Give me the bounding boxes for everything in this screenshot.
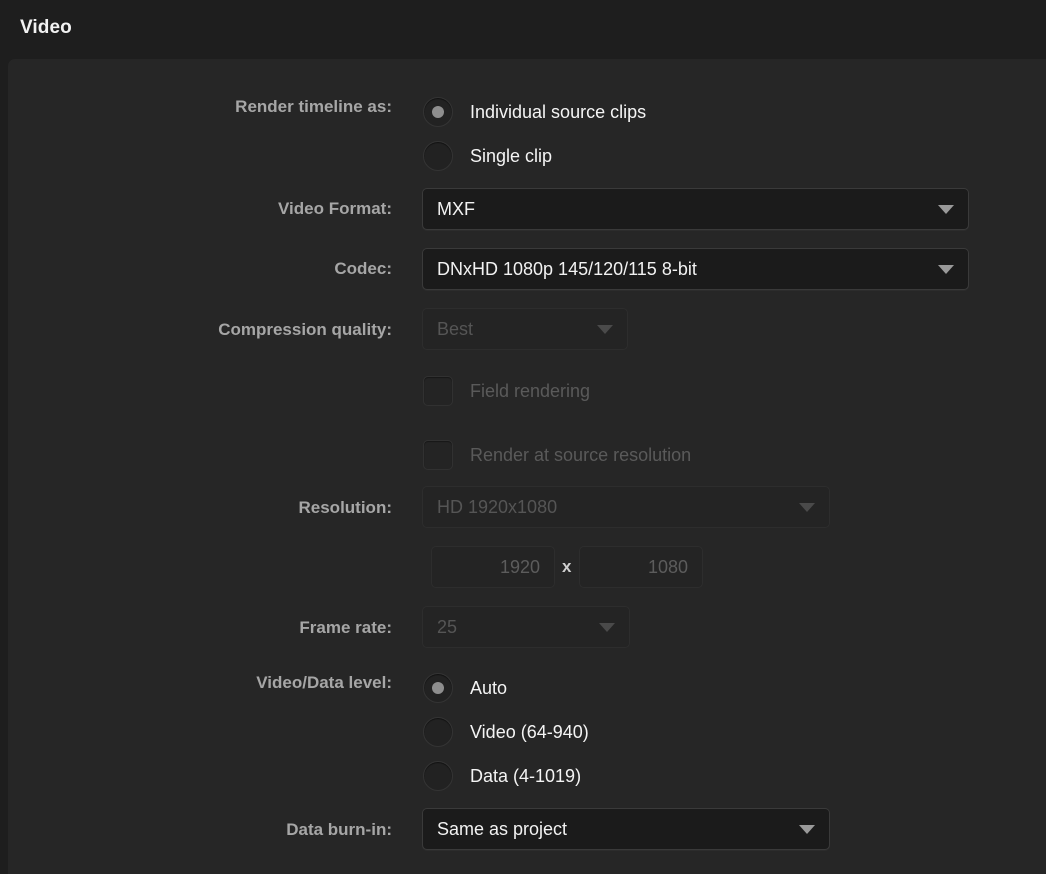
frame-rate-label: Frame rate: [299,618,392,637]
codec-value: DNxHD 1080p 145/120/115 8-bit [437,258,697,279]
compression-quality-label: Compression quality: [218,320,392,339]
radio-indicator-data-range[interactable] [423,761,453,791]
chevron-down-icon [938,265,954,274]
chevron-down-icon [599,623,615,632]
radio-single-clip[interactable]: Single clip [423,134,646,178]
frame-rate-dropdown: 25 [422,606,630,648]
field-rendering-checkbox-row: Field rendering [423,375,590,407]
resolution-value: HD 1920x1080 [437,496,558,517]
radio-data-range[interactable]: Data (4-1019) [423,754,589,798]
radio-individual-source-clips[interactable]: Individual source clips [423,90,646,134]
radio-label-video-range: Video (64-940) [470,721,589,742]
radio-indicator-video-range[interactable] [423,717,453,747]
codec-label: Codec: [334,259,392,278]
data-burn-in-dropdown[interactable]: Same as project [422,808,830,850]
render-timeline-radio-group: Individual source clips Single clip [423,90,646,178]
chevron-down-icon [799,825,815,834]
video-format-dropdown[interactable]: MXF [422,188,969,230]
panel-header: Video [0,0,1046,59]
chevron-down-icon [597,325,613,334]
render-timeline-label: Render timeline as: [235,97,392,116]
video-data-level-radio-group: Auto Video (64-940) Data (4-1019) [423,666,589,798]
resolution-height-value: 1080 [647,556,688,577]
field-rendering-label: Field rendering [470,380,591,401]
resolution-label: Resolution: [298,498,393,517]
radio-label-data-range: Data (4-1019) [470,765,582,786]
render-at-source-resolution-label: Render at source resolution [470,444,692,465]
video-settings-panel: Video Render timeline as: Individual sou… [0,0,1046,874]
radio-label-auto: Auto [470,677,508,698]
radio-auto[interactable]: Auto [423,666,589,710]
radio-label-single-clip: Single clip [470,145,553,166]
compression-quality-dropdown: Best [422,308,628,350]
data-burn-in-value: Same as project [437,818,568,839]
chevron-down-icon [799,503,815,512]
video-format-value: MXF [437,198,475,219]
video-data-level-label: Video/Data level: [256,673,392,692]
compression-quality-value: Best [437,318,474,339]
render-at-source-resolution-checkbox [423,440,453,470]
resolution-height-input: 1080 [579,546,703,588]
chevron-down-icon [938,205,954,214]
field-rendering-checkbox [423,376,453,406]
page-title: Video [20,17,72,38]
radio-indicator-individual-source-clips[interactable] [423,97,453,127]
codec-dropdown[interactable]: DNxHD 1080p 145/120/115 8-bit [422,248,969,290]
settings-body: Render timeline as: Individual source cl… [8,59,1046,874]
resolution-dropdown: HD 1920x1080 [422,486,830,528]
resolution-width-input: 1920 [431,546,555,588]
frame-rate-value: 25 [437,616,458,637]
video-format-label: Video Format: [278,199,392,218]
radio-label-individual-source-clips: Individual source clips [470,101,647,122]
radio-video-range[interactable]: Video (64-940) [423,710,589,754]
render-at-source-resolution-checkbox-row: Render at source resolution [423,439,691,471]
resolution-width-value: 1920 [499,556,540,577]
radio-indicator-single-clip[interactable] [423,141,453,171]
resolution-separator: x [562,557,572,576]
radio-indicator-auto[interactable] [423,673,453,703]
data-burn-in-label: Data burn-in: [286,820,392,839]
